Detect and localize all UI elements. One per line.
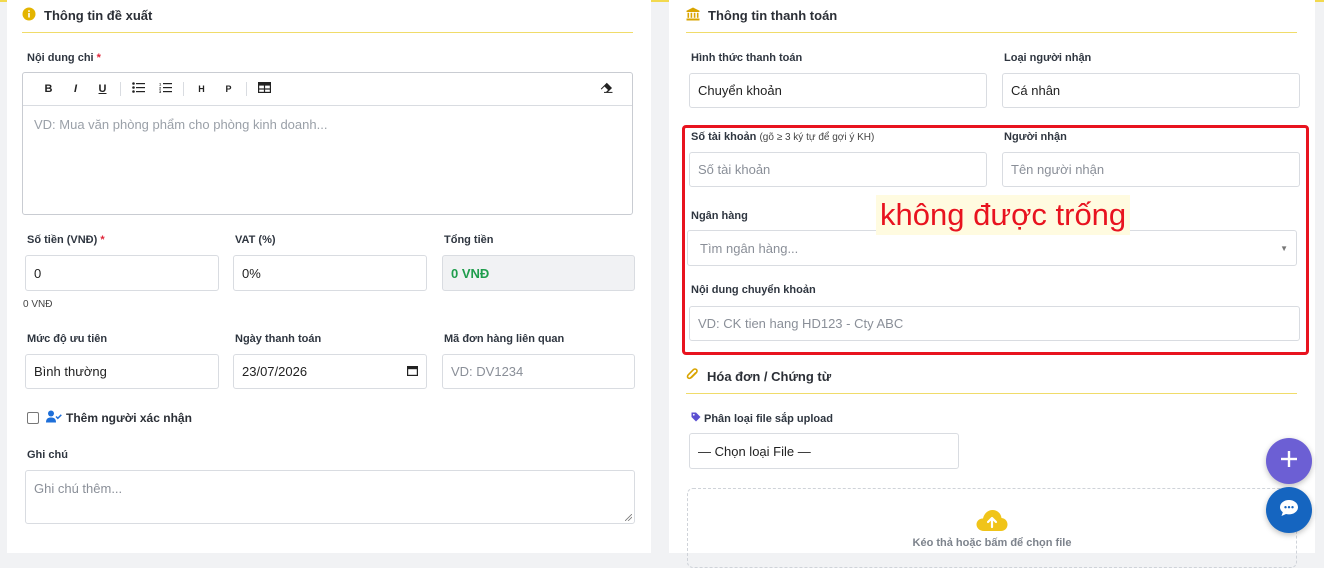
chat-icon [1279, 499, 1299, 522]
account-number-label: Số tài khoản (gõ ≥ 3 ký tự để gợi ý KH) [691, 131, 875, 143]
bank-select[interactable]: Tìm ngân hàng... ▼ [687, 230, 1297, 266]
pay-method-label: Hình thức thanh toán [691, 52, 803, 64]
paperclip-icon [686, 368, 699, 385]
bold-button[interactable]: B [35, 83, 62, 95]
bank-label: Ngân hàng [691, 210, 748, 222]
note-placeholder: Ghi chú thêm... [34, 481, 123, 496]
heading-button[interactable]: H [188, 84, 215, 94]
cloud-upload-icon [976, 509, 1008, 538]
bullet-list-button[interactable] [125, 82, 152, 96]
chat-fab-button[interactable] [1266, 487, 1312, 533]
proposal-section-title: Thông tin đề xuất [44, 8, 153, 23]
transfer-content-label: Nội dung chuyển khoản [691, 284, 816, 296]
amount-label: Số tiền (VNĐ) * [27, 234, 105, 246]
priority-label: Mức độ ưu tiên [27, 333, 108, 345]
vat-label: VAT (%) [235, 234, 276, 246]
eraser-icon [600, 82, 613, 93]
paragraph-button[interactable]: P [215, 84, 242, 94]
editor-placeholder: VD: Mua văn phòng phẩm cho phòng kinh do… [34, 117, 328, 132]
order-code-input[interactable]: VD: DV1234 [442, 354, 635, 389]
account-number-input[interactable]: Số tài khoản [689, 152, 987, 187]
underline-button[interactable]: U [89, 83, 116, 95]
add-fab-button[interactable] [1266, 438, 1312, 484]
proposal-section-header: Thông tin đề xuất [22, 7, 152, 24]
italic-button[interactable]: I [62, 83, 89, 95]
note-textarea[interactable]: Ghi chú thêm... [25, 470, 635, 524]
numbered-list-icon: 123 [159, 82, 172, 94]
add-confirmer-label[interactable]: Thêm người xác nhận [46, 410, 192, 426]
bank-icon [686, 7, 700, 24]
bank-select-placeholder: Tìm ngân hàng... [700, 240, 799, 256]
order-code-label: Mã đơn hàng liên quan [444, 333, 565, 345]
validation-annotation: không được trống [876, 195, 1131, 235]
resize-handle-icon[interactable] [625, 514, 632, 521]
payment-section-header: Thông tin thanh toán [686, 7, 837, 24]
chevron-down-icon[interactable]: ▼ [1280, 244, 1288, 253]
pay-method-select[interactable]: Chuyển khoản [689, 73, 987, 108]
amount-in-words: 0 VNĐ [23, 299, 53, 310]
plus-icon [1280, 450, 1298, 473]
content-label: Nội dung chi * [27, 52, 101, 64]
priority-select[interactable]: Bình thường [25, 354, 219, 389]
transfer-content-input[interactable]: VD: CK tien hang HD123 - Cty ABC [689, 306, 1300, 341]
vat-input[interactable]: 0% [233, 255, 427, 291]
toolbar-divider [120, 82, 121, 96]
invoice-section-header: Hóa đơn / Chứng từ [686, 368, 831, 385]
clear-format-button[interactable] [593, 82, 620, 96]
invoice-section-divider [686, 393, 1297, 394]
svg-text:3: 3 [159, 89, 162, 93]
content-editor[interactable]: B I U 123 H P VD: Mua văn phòng phẩm cho… [22, 72, 633, 215]
table-button[interactable] [251, 82, 278, 96]
table-icon [258, 82, 272, 94]
info-icon [22, 7, 36, 24]
receiver-name-label: Người nhận [1004, 131, 1067, 143]
file-type-label: Phân loại file sắp upload [691, 412, 833, 425]
total-label: Tổng tiền [444, 234, 494, 246]
numbered-list-button[interactable]: 123 [152, 82, 179, 96]
proposal-section-divider [22, 32, 633, 33]
editor-toolbar: B I U 123 H P [23, 73, 632, 106]
toolbar-divider [183, 82, 184, 96]
pay-date-input[interactable]: 23/07/2026 [233, 354, 427, 389]
receiver-type-select[interactable]: Cá nhân [1002, 73, 1300, 108]
invoice-section-title: Hóa đơn / Chứng từ [707, 369, 832, 384]
add-confirmer-checkbox[interactable] [27, 412, 39, 424]
receiver-name-input[interactable]: Tên người nhận [1002, 152, 1300, 187]
toolbar-divider [246, 82, 247, 96]
amount-input[interactable]: 0 [25, 255, 219, 291]
pay-date-label: Ngày thanh toán [235, 333, 322, 345]
payment-section-divider [686, 32, 1297, 33]
user-check-icon [46, 410, 62, 426]
file-dropzone[interactable]: Kéo thả hoặc bấm để chọn file [687, 488, 1297, 568]
file-type-select[interactable]: — Chọn loại File — [689, 433, 959, 469]
bullet-list-icon [132, 82, 145, 93]
note-label: Ghi chú [27, 449, 68, 461]
tag-icon [691, 412, 701, 425]
total-value: 0 VNĐ [442, 255, 635, 291]
dropzone-text: Kéo thả hoặc bấm để chọn file [912, 537, 1072, 549]
pay-date-value: 23/07/2026 [242, 364, 308, 379]
payment-section-title: Thông tin thanh toán [708, 8, 838, 23]
receiver-type-label: Loại người nhận [1004, 52, 1092, 64]
calendar-icon[interactable] [407, 364, 419, 379]
